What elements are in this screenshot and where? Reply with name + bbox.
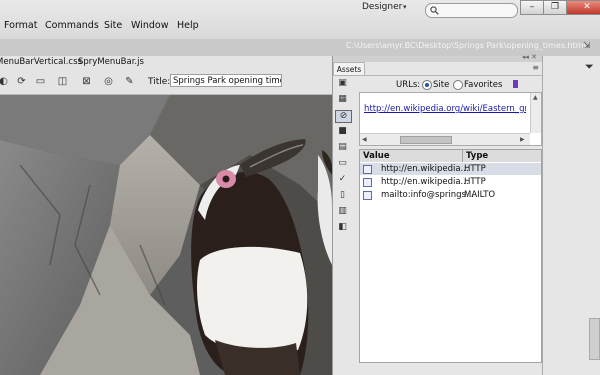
scroll-left-icon[interactable]: ◀ — [362, 136, 367, 143]
live-view-icon[interactable]: ⊠ — [79, 75, 94, 88]
code-view-icon[interactable]: ◐ — [0, 75, 11, 88]
split-view-icon[interactable]: ▭ — [33, 75, 48, 88]
tab-assets[interactable]: Assets — [333, 62, 365, 76]
panel-menu-icon[interactable]: ≡ — [532, 63, 539, 72]
assets-table-header: Value Type — [359, 149, 542, 163]
collapse-icon[interactable]: ⇲ — [583, 41, 591, 51]
table-row[interactable]: mailto:info@springs... MAILTO — [360, 189, 541, 201]
browser-preview-icon[interactable]: ◎ — [101, 75, 116, 88]
minimize-icon: – — [529, 2, 535, 12]
document-toolbar: ◐ ⟳ ▭ ◫ ⊠ ◎ ✎ Title: Springs Park openin… — [0, 70, 332, 95]
design-view-icon[interactable]: ◫ — [55, 75, 70, 88]
row-type: HTTP — [464, 177, 486, 187]
scroll-right-icon[interactable]: ▶ — [520, 136, 525, 143]
preview-url[interactable]: http://en.wikipedia.org/wiki/Eastern_gre… — [364, 104, 526, 114]
row-value: mailto:info@springs... — [381, 190, 475, 200]
menu-format[interactable]: Format — [4, 20, 37, 31]
asset-category-strip: ▣ ▦ ⊘ ■ ▤ ▭ ✓ ▯ ▥ ◧ — [335, 78, 352, 278]
scroll-up-icon[interactable]: ▲ — [533, 94, 538, 101]
preview-horizontal-scrollbar[interactable]: ◀ ▶ — [360, 133, 530, 145]
urls-icon[interactable]: ⊘ — [335, 110, 352, 123]
colors-icon[interactable]: ▦ — [335, 94, 350, 105]
menu-commands[interactable]: Commands — [45, 20, 99, 31]
divider — [462, 150, 463, 162]
check-page-icon[interactable]: ✎ — [122, 75, 137, 88]
search-icon — [430, 6, 439, 15]
menu-help[interactable]: Help — [177, 20, 199, 31]
related-files-bar: MenuBarVertical.css SpryMenuBar.js — [0, 56, 332, 70]
search-input[interactable] — [425, 3, 518, 18]
library-items-icon[interactable]: ◧ — [335, 222, 350, 233]
right-panel-edge: ⏷ — [542, 56, 600, 375]
design-view[interactable] — [0, 95, 332, 375]
favorites-radio[interactable] — [453, 80, 463, 90]
movies-icon[interactable]: ▭ — [335, 158, 350, 169]
scrollbar-thumb[interactable] — [400, 136, 452, 144]
row-value: http://en.wikipedia... — [381, 164, 469, 174]
menu-bar: Format Commands Site Window Help Designe… — [0, 0, 600, 39]
table-row[interactable]: http://en.wikipedia... HTTP — [360, 176, 541, 188]
site-radio[interactable] — [422, 80, 432, 90]
shockwave-icon[interactable]: ▤ — [335, 142, 350, 153]
document-path: C:\Users\amyr.BC\Desktop\Springs Park\op… — [346, 41, 586, 50]
url-icon — [363, 191, 372, 200]
title-input[interactable]: Springs Park opening times pag — [170, 74, 282, 87]
row-value: http://en.wikipedia... — [381, 177, 469, 187]
related-file[interactable]: MenuBarVertical.css — [0, 57, 82, 67]
row-type: HTTP — [464, 164, 486, 174]
workspace-switcher[interactable]: Designer — [362, 2, 402, 12]
table-row[interactable]: http://en.wikipedia... HTTP — [360, 163, 541, 175]
preview-vertical-scrollbar[interactable]: ▲ — [530, 93, 541, 133]
divider — [333, 75, 543, 76]
images-icon[interactable]: ▣ — [335, 78, 350, 89]
scrollbar[interactable] — [589, 318, 600, 360]
favorites-icon — [513, 80, 518, 88]
restore-icon: ❐ — [550, 2, 560, 12]
title-label: Title: — [148, 77, 171, 87]
related-file[interactable]: SpryMenuBar.js — [78, 57, 144, 67]
close-icon: ✕ — [583, 2, 591, 12]
row-type: MAILTO — [464, 190, 496, 200]
asset-preview: http://en.wikipedia.org/wiki/Eastern_gre… — [359, 92, 542, 146]
url-icon — [363, 165, 372, 174]
swf-icon[interactable]: ■ — [335, 126, 350, 137]
column-value[interactable]: Value — [363, 150, 390, 162]
scripts-icon[interactable]: ✓ — [335, 174, 350, 185]
minimize-button[interactable]: – — [520, 0, 544, 15]
templates-icon[interactable]: ▯ — [335, 190, 350, 201]
favorites-radio-label: Favorites — [464, 80, 503, 90]
penguin-photo — [0, 95, 332, 375]
filter-icon[interactable]: ⏷ — [585, 60, 594, 74]
restore-button[interactable]: ❐ — [543, 0, 567, 15]
urls-label: URLs: — [396, 80, 421, 90]
document-bar: C:\Users\amyr.BC\Desktop\Springs Park\op… — [0, 39, 600, 57]
url-icon — [363, 178, 372, 187]
assets-table: http://en.wikipedia... HTTP http://en.wi… — [359, 162, 542, 363]
column-type[interactable]: Type — [466, 150, 488, 162]
assets-panel: ◂◂ ✕ Assets ≡ ▣ ▦ ⊘ ■ ▤ ▭ ✓ ▯ ▥ ◧ URLs: … — [332, 53, 543, 375]
refresh-icon[interactable]: ⟳ — [14, 75, 29, 88]
collapse-icon[interactable]: ◂◂ ✕ — [522, 53, 537, 61]
library-icon[interactable]: ▥ — [335, 206, 350, 217]
close-button[interactable]: ✕ — [566, 0, 600, 15]
menu-window[interactable]: Window — [131, 20, 168, 31]
chevron-down-icon[interactable]: ▾ — [403, 3, 407, 11]
menu-site[interactable]: Site — [104, 20, 122, 31]
site-radio-label: Site — [433, 80, 450, 90]
